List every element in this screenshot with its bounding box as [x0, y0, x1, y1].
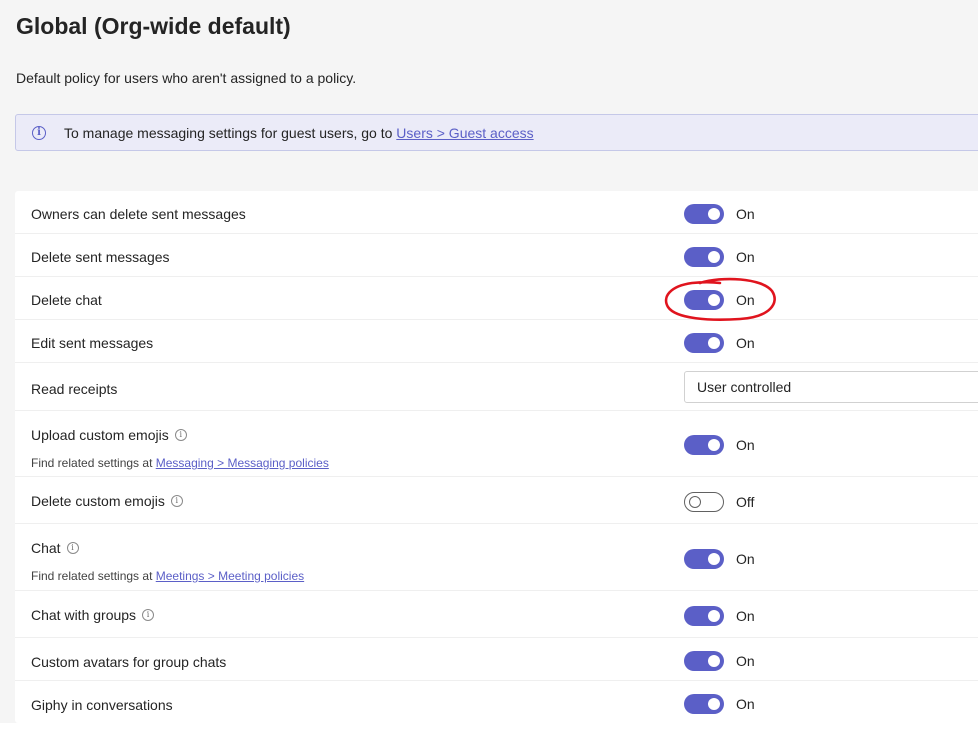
info-icon[interactable]: i — [170, 495, 183, 508]
toggle-state: On — [736, 292, 755, 308]
setting-row-chat: Chat i Find related settings at Meetings … — [15, 524, 978, 591]
setting-row-chat-groups: Chat with groups i On — [15, 591, 978, 638]
related-settings: Find related settings at Meetings > Meet… — [31, 569, 305, 583]
edit-sent-toggle[interactable] — [684, 333, 724, 353]
toggle-knob — [689, 496, 701, 508]
setting-label: Delete chat — [31, 292, 102, 308]
related-settings: Find related settings at Messaging > Mes… — [31, 456, 329, 470]
toggle-state: On — [736, 551, 755, 567]
chat-groups-toggle[interactable] — [684, 606, 724, 626]
toggle-state: On — [736, 696, 755, 712]
setting-label: Chat i — [31, 540, 79, 556]
toggle-knob — [708, 439, 720, 451]
setting-label: Owners can delete sent messages — [31, 206, 246, 222]
setting-row-owners-delete: Owners can delete sent messages On — [15, 191, 978, 234]
setting-label: Chat with groups i — [31, 607, 155, 623]
page-title: Global (Org-wide default) — [16, 13, 291, 39]
toggle-knob — [708, 553, 720, 565]
setting-row-delete-sent: Delete sent messages On — [15, 234, 978, 277]
toggle-state: On — [736, 437, 755, 453]
delete-chat-toggle[interactable] — [684, 290, 724, 310]
dropdown-value: User controlled — [697, 379, 792, 395]
toggle-state: On — [736, 206, 755, 222]
page-description: Default policy for users who aren't assi… — [16, 70, 357, 86]
guest-access-link[interactable]: Users > Guest access — [396, 125, 533, 141]
toggle-knob — [708, 337, 720, 349]
setting-row-upload-emojis: Upload custom emojis i Find related setti… — [15, 411, 978, 477]
info-icon[interactable]: i — [66, 542, 79, 555]
setting-label: Upload custom emojis i — [31, 427, 187, 443]
setting-label: Edit sent messages — [31, 335, 154, 351]
chat-toggle[interactable] — [684, 549, 724, 569]
settings-card: Owners can delete sent messages On Delet… — [15, 191, 978, 723]
setting-label: Custom avatars for group chats — [31, 654, 227, 670]
delete-sent-toggle[interactable] — [684, 247, 724, 267]
custom-avatars-toggle[interactable] — [684, 651, 724, 671]
page-bottom — [0, 723, 978, 729]
setting-label: Giphy in conversations — [31, 697, 173, 713]
toggle-state: On — [736, 608, 755, 624]
toggle-knob — [708, 610, 720, 622]
guest-access-banner: i To manage messaging settings for guest… — [15, 114, 978, 151]
toggle-knob — [708, 655, 720, 667]
upload-emojis-toggle[interactable] — [684, 435, 724, 455]
info-icon[interactable]: i — [142, 609, 155, 622]
toggle-knob — [708, 698, 720, 710]
setting-row-giphy: Giphy in conversations On — [15, 681, 978, 723]
setting-label: Delete sent messages — [31, 249, 170, 265]
toggle-state: On — [736, 653, 755, 669]
toggle-knob — [708, 208, 720, 220]
setting-label: Delete custom emojis i — [31, 493, 183, 509]
toggle-state: On — [736, 249, 755, 265]
info-icon: i — [32, 126, 46, 140]
toggle-knob — [708, 294, 720, 306]
setting-label: Read receipts — [31, 381, 118, 397]
toggle-state: On — [736, 335, 755, 351]
toggle-state: Off — [736, 494, 755, 510]
info-icon[interactable]: i — [174, 429, 187, 442]
owners-delete-toggle[interactable] — [684, 204, 724, 224]
setting-row-read-receipts: Read receipts User controlled — [15, 363, 978, 411]
setting-row-custom-avatars: Custom avatars for group chats On — [15, 638, 978, 681]
messaging-policies-link[interactable]: Messaging > Messaging policies — [156, 456, 329, 470]
setting-row-delete-chat: Delete chat On — [15, 277, 978, 320]
setting-row-delete-emojis: Delete custom emojis i Off — [15, 477, 978, 524]
toggle-knob — [708, 251, 720, 263]
banner-message: To manage messaging settings for guest u… — [64, 125, 534, 141]
delete-emojis-toggle[interactable] — [684, 492, 724, 512]
setting-row-edit-sent: Edit sent messages On — [15, 320, 978, 363]
meeting-policies-link[interactable]: Meetings > Meeting policies — [156, 569, 304, 583]
read-receipts-dropdown[interactable]: User controlled — [684, 371, 978, 403]
giphy-toggle[interactable] — [684, 694, 724, 714]
